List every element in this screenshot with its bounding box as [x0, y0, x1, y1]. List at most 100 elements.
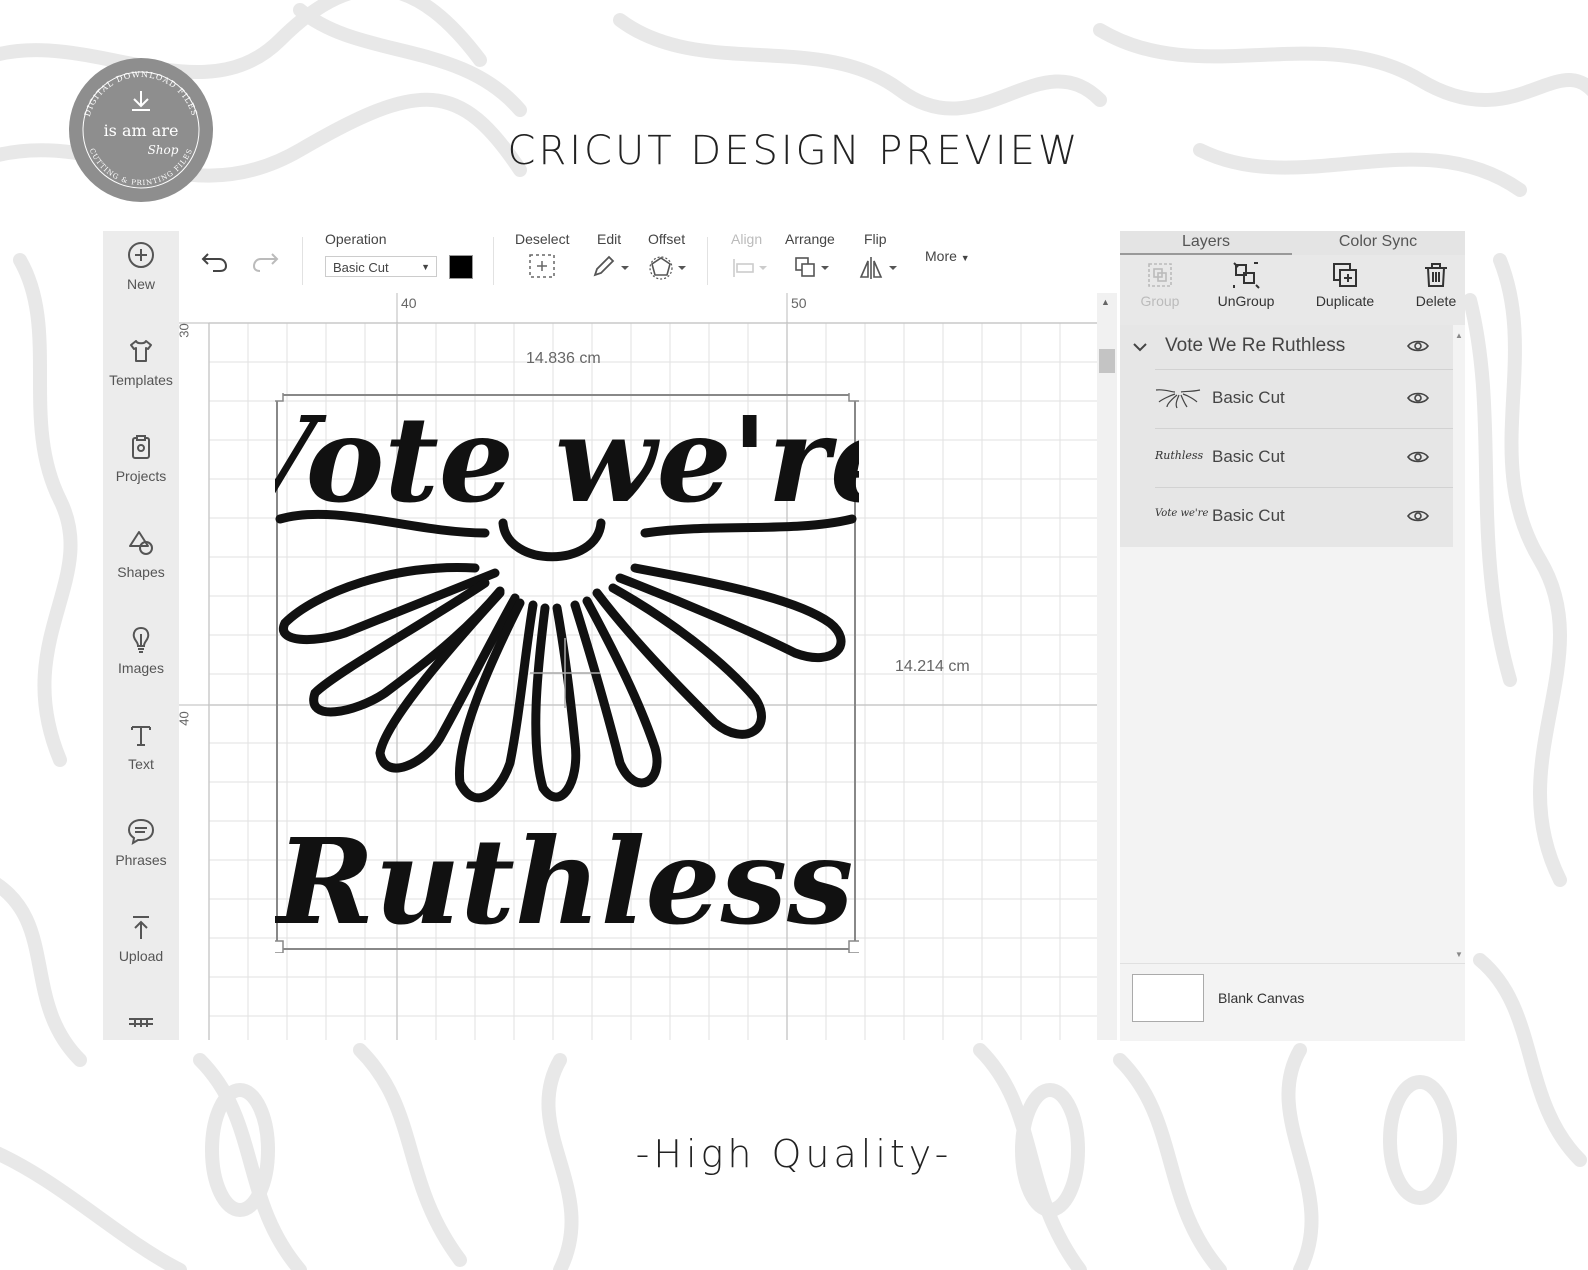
layer-name: Basic Cut [1212, 388, 1285, 407]
blank-canvas-row[interactable]: Blank Canvas [1120, 963, 1465, 1041]
tab-layers[interactable]: Layers [1120, 231, 1292, 255]
blank-canvas-swatch[interactable] [1132, 974, 1204, 1022]
arrange-icon[interactable] [793, 255, 835, 281]
plus-circle-icon [128, 242, 154, 268]
phrases-label: Phrases [115, 852, 167, 868]
flip-icon[interactable] [859, 255, 901, 281]
toolbar-divider [493, 237, 494, 285]
redo-icon[interactable] [251, 249, 279, 273]
layer-name: Basic Cut [1212, 447, 1285, 466]
page-title: CRICUT DESIGN PREVIEW [507, 128, 1081, 174]
clipboard-icon [132, 435, 150, 459]
blank-canvas-label: Blank Canvas [1218, 990, 1305, 1006]
trash-icon [1425, 263, 1447, 287]
layer-thumbnail: Vote we're [1155, 508, 1209, 519]
flip-label: Flip [864, 231, 887, 247]
group-name: Vote We Re Ruthless [1165, 335, 1346, 356]
scroll-thumb[interactable] [1099, 349, 1115, 373]
upload-icon [133, 916, 149, 939]
delete-label: Delete [1415, 293, 1457, 309]
layer-item[interactable]: Basic Cut [1155, 369, 1453, 428]
operation-label: Operation [325, 231, 387, 247]
images-label: Images [118, 660, 164, 676]
lightbulb-icon [132, 626, 150, 653]
layer-actions: Group UnGroup Duplicate Delete [1120, 255, 1465, 325]
align-label: Align [731, 231, 763, 247]
align-icon[interactable] [731, 257, 771, 279]
panel-scrollbar[interactable]: ▲ ▼ [1453, 325, 1465, 963]
edit-label: Edit [597, 231, 622, 247]
top-toolbar: Operation Basic Cut ▼ Deselect Edit Offs… [179, 231, 1097, 294]
tab-color-sync[interactable]: Color Sync [1292, 231, 1464, 255]
ruler-label-left: 40 [179, 711, 192, 726]
duplicate-icon [1333, 263, 1357, 287]
operation-select[interactable]: Basic Cut ▼ [325, 256, 437, 277]
chevron-down-icon: ▼ [960, 253, 970, 263]
offset-label: Offset [648, 231, 686, 247]
deselect-icon[interactable] [528, 253, 556, 279]
design-artwork[interactable]: Vote we're Ruthless [275, 393, 859, 953]
toolbar-divider [302, 237, 303, 285]
width-dimension: 14.836 cm [526, 350, 601, 367]
layer-item[interactable]: Ruthless Basic Cut [1155, 428, 1453, 487]
layer-group[interactable]: Vote We Re Ruthless [1120, 325, 1453, 369]
shapes-label: Shapes [117, 564, 165, 580]
ruler-label-top: 50 [791, 295, 807, 311]
projects-button[interactable]: Projects [103, 432, 179, 484]
templates-button[interactable]: Templates [103, 336, 179, 388]
delete-button[interactable]: Delete [1396, 261, 1476, 309]
text-button[interactable]: Text [103, 720, 179, 772]
more-menu[interactable]: More ▼ [925, 248, 970, 264]
ruler-label-top: 40 [401, 295, 417, 311]
layers-panel: Layers Color Sync Group UnGroup Duplicat… [1120, 231, 1465, 1041]
color-swatch[interactable] [449, 255, 473, 279]
shapes-icon [129, 531, 153, 555]
duplicate-label: Duplicate [1315, 293, 1375, 309]
deselect-label: Deselect [515, 231, 570, 247]
eye-icon[interactable] [1407, 390, 1429, 406]
toolbar-divider [707, 237, 708, 285]
text-icon [131, 726, 151, 746]
shapes-button[interactable]: Shapes [103, 528, 179, 580]
design-text-line2: Ruthless [275, 812, 853, 951]
canvas-scrollbar[interactable]: ▲ [1097, 293, 1117, 1040]
operation-value: Basic Cut [333, 260, 389, 275]
offset-icon[interactable] [648, 255, 690, 281]
upload-button[interactable]: Upload [103, 912, 179, 964]
text-label: Text [128, 756, 154, 772]
upload-label: Upload [118, 948, 164, 964]
height-dimension: 14.214 cm [895, 658, 970, 675]
new-button[interactable]: New [103, 240, 179, 292]
duplicate-button[interactable]: Duplicate [1305, 261, 1385, 309]
images-button[interactable]: Images [103, 624, 179, 676]
daisy-graphic [275, 509, 857, 803]
eye-icon[interactable] [1407, 449, 1429, 465]
chevron-down-icon[interactable] [1132, 341, 1148, 353]
projects-label: Projects [115, 468, 167, 484]
tshirt-icon [130, 340, 152, 362]
grid-icon [129, 1018, 153, 1027]
ungroup-label: UnGroup [1217, 293, 1275, 309]
pencil-icon[interactable] [591, 255, 633, 279]
eye-icon[interactable] [1407, 508, 1429, 524]
group-button[interactable]: Group [1120, 261, 1200, 309]
group-icon [1148, 263, 1172, 287]
ungroup-button[interactable]: UnGroup [1206, 261, 1286, 309]
layer-name: Basic Cut [1212, 506, 1285, 525]
layer-thumbnail [1155, 389, 1201, 409]
chevron-down-icon: ▼ [421, 262, 430, 272]
more-tools-button[interactable] [103, 1013, 179, 1040]
ruler-label-left: 30 [179, 323, 192, 338]
layer-thumbnail: Ruthless [1155, 449, 1204, 462]
design-text-line1: Vote we're [275, 393, 859, 529]
phrases-button[interactable]: Phrases [103, 816, 179, 868]
new-label: New [126, 276, 155, 292]
layer-item[interactable]: Vote we're Basic Cut [1155, 487, 1453, 546]
undo-icon[interactable] [201, 249, 229, 273]
scroll-up-icon[interactable]: ▲ [1101, 297, 1110, 307]
eye-icon[interactable] [1407, 338, 1429, 354]
panel-tabs: Layers Color Sync [1120, 231, 1465, 255]
more-label: More [925, 248, 957, 264]
design-canvas[interactable]: 40 50 30 40 14.836 cm 14.214 cm Vote we'… [179, 293, 1097, 1040]
footer-tagline: -High Quality- [635, 1132, 953, 1176]
